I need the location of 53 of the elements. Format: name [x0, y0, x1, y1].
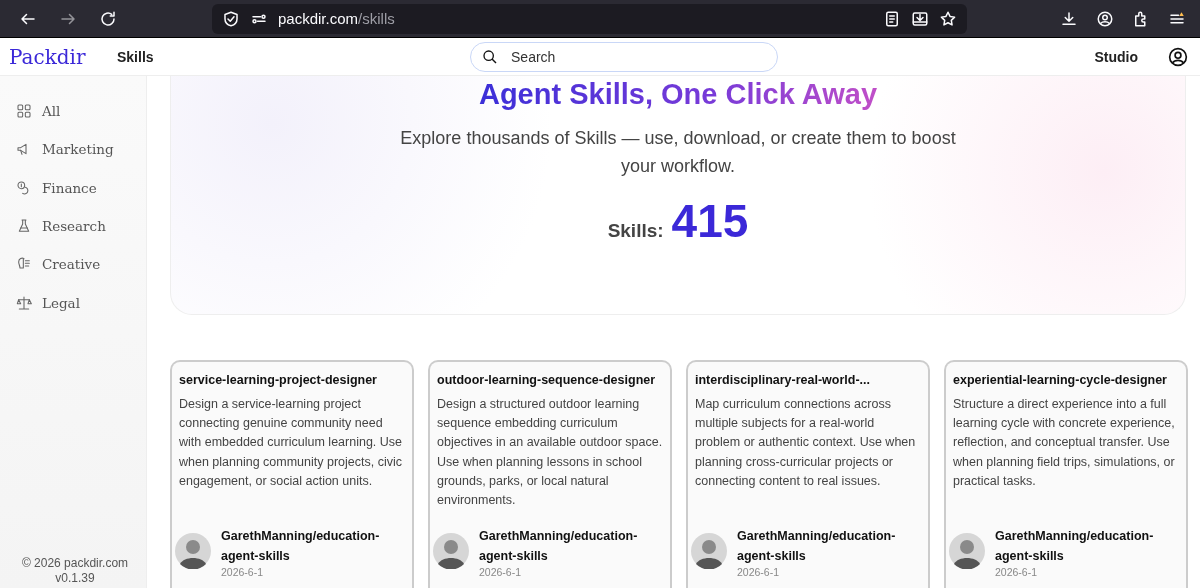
sidebar-item[interactable]: Finance [16, 168, 146, 207]
publish-date: 2026-6-1 [995, 566, 1039, 579]
avatar [433, 533, 469, 569]
url-text: packdir.com/skills [278, 10, 395, 27]
account-icon[interactable] [1096, 9, 1114, 28]
avatar [691, 533, 727, 569]
avatar [949, 533, 985, 569]
copyright-text: © 2026 packdir.com [20, 556, 130, 571]
publish-date: 2026-6-1 [221, 566, 265, 579]
skill-description: Structure a direct experience into a full learning cycle with concrete experience, reflection, and conceptual transfer. Use when planning field trips, simulations, or practical tasks. [953, 396, 1176, 490]
star-icon[interactable] [939, 9, 957, 28]
search-icon [482, 48, 498, 65]
publish-date: 2026-6-1 [479, 566, 523, 579]
skill-name: service-learning-project-designer [179, 372, 378, 388]
skill-count: 415 [671, 194, 749, 248]
nav-link[interactable]: Skills [117, 48, 154, 65]
author-name[interactable]: GarethManning/education-agent-skills [479, 527, 659, 566]
scales-icon [16, 294, 32, 311]
version-text: v0.1.39 [54, 571, 96, 586]
reader-view-icon[interactable] [883, 9, 901, 28]
author-name[interactable]: GarethManning/education-agent-skills [737, 527, 917, 566]
count-label: Skills: [607, 220, 664, 242]
sidebar-item[interactable]: All [16, 92, 146, 131]
author-name[interactable]: GarethManning/education-agent-skills [995, 527, 1175, 566]
reload-icon[interactable] [99, 9, 117, 28]
save-icon[interactable] [911, 9, 929, 28]
publish-date: 2026-6-1 [737, 566, 781, 579]
skill-card[interactable] [944, 360, 1188, 588]
studio-link[interactable]: Studio [1094, 48, 1138, 65]
sidebar-item[interactable]: Legal [16, 283, 146, 322]
skill-name: outdoor-learning-sequence-designer [437, 372, 657, 388]
account-icon[interactable] [1168, 46, 1188, 67]
grid-icon [16, 103, 32, 120]
sidebar-item[interactable]: Research [16, 206, 146, 246]
skill-card[interactable] [686, 360, 930, 588]
sidebar-item[interactable]: Creative [16, 245, 146, 284]
skill-card[interactable] [428, 360, 672, 588]
skill-description: Design a service-learning project connecting genuine community need with embedded curriculum learning. Use when planning community projects, civic engagement, or social action units. [179, 396, 404, 490]
shield-icon[interactable] [222, 9, 240, 28]
avatar [175, 533, 211, 569]
search-field[interactable]: Search [470, 41, 778, 72]
site-logo[interactable]: Packdir [9, 44, 117, 69]
skill-name: interdisciplinary-real-world-... [695, 372, 872, 388]
flask-icon [16, 218, 32, 235]
skill-name: experiential-learning-cycle-designer [953, 372, 1168, 388]
skill-description: Map curriculum connections across multiple subjects for a real-world problem or authentic context. Use when planning cross-curricular projects or connecting content to real issues. [695, 396, 917, 490]
hero-subtitle: Explore thousands of Skills — use, download, or create them to boost your workflow. [399, 127, 957, 178]
skill-card[interactable] [170, 360, 414, 588]
download-icon[interactable] [1060, 9, 1078, 28]
sidebar-item[interactable]: Marketing [16, 130, 146, 169]
address-bar[interactable]: packdir.com/skills [212, 3, 967, 34]
skill-description: Design a structured outdoor learning sequence embedding curriculum objectives in an available outdoor space. Use when planning lessons in school grounds, parks, or local natural environments. [437, 396, 663, 509]
author-name[interactable]: GarethManning/education-agent-skills [221, 527, 401, 566]
